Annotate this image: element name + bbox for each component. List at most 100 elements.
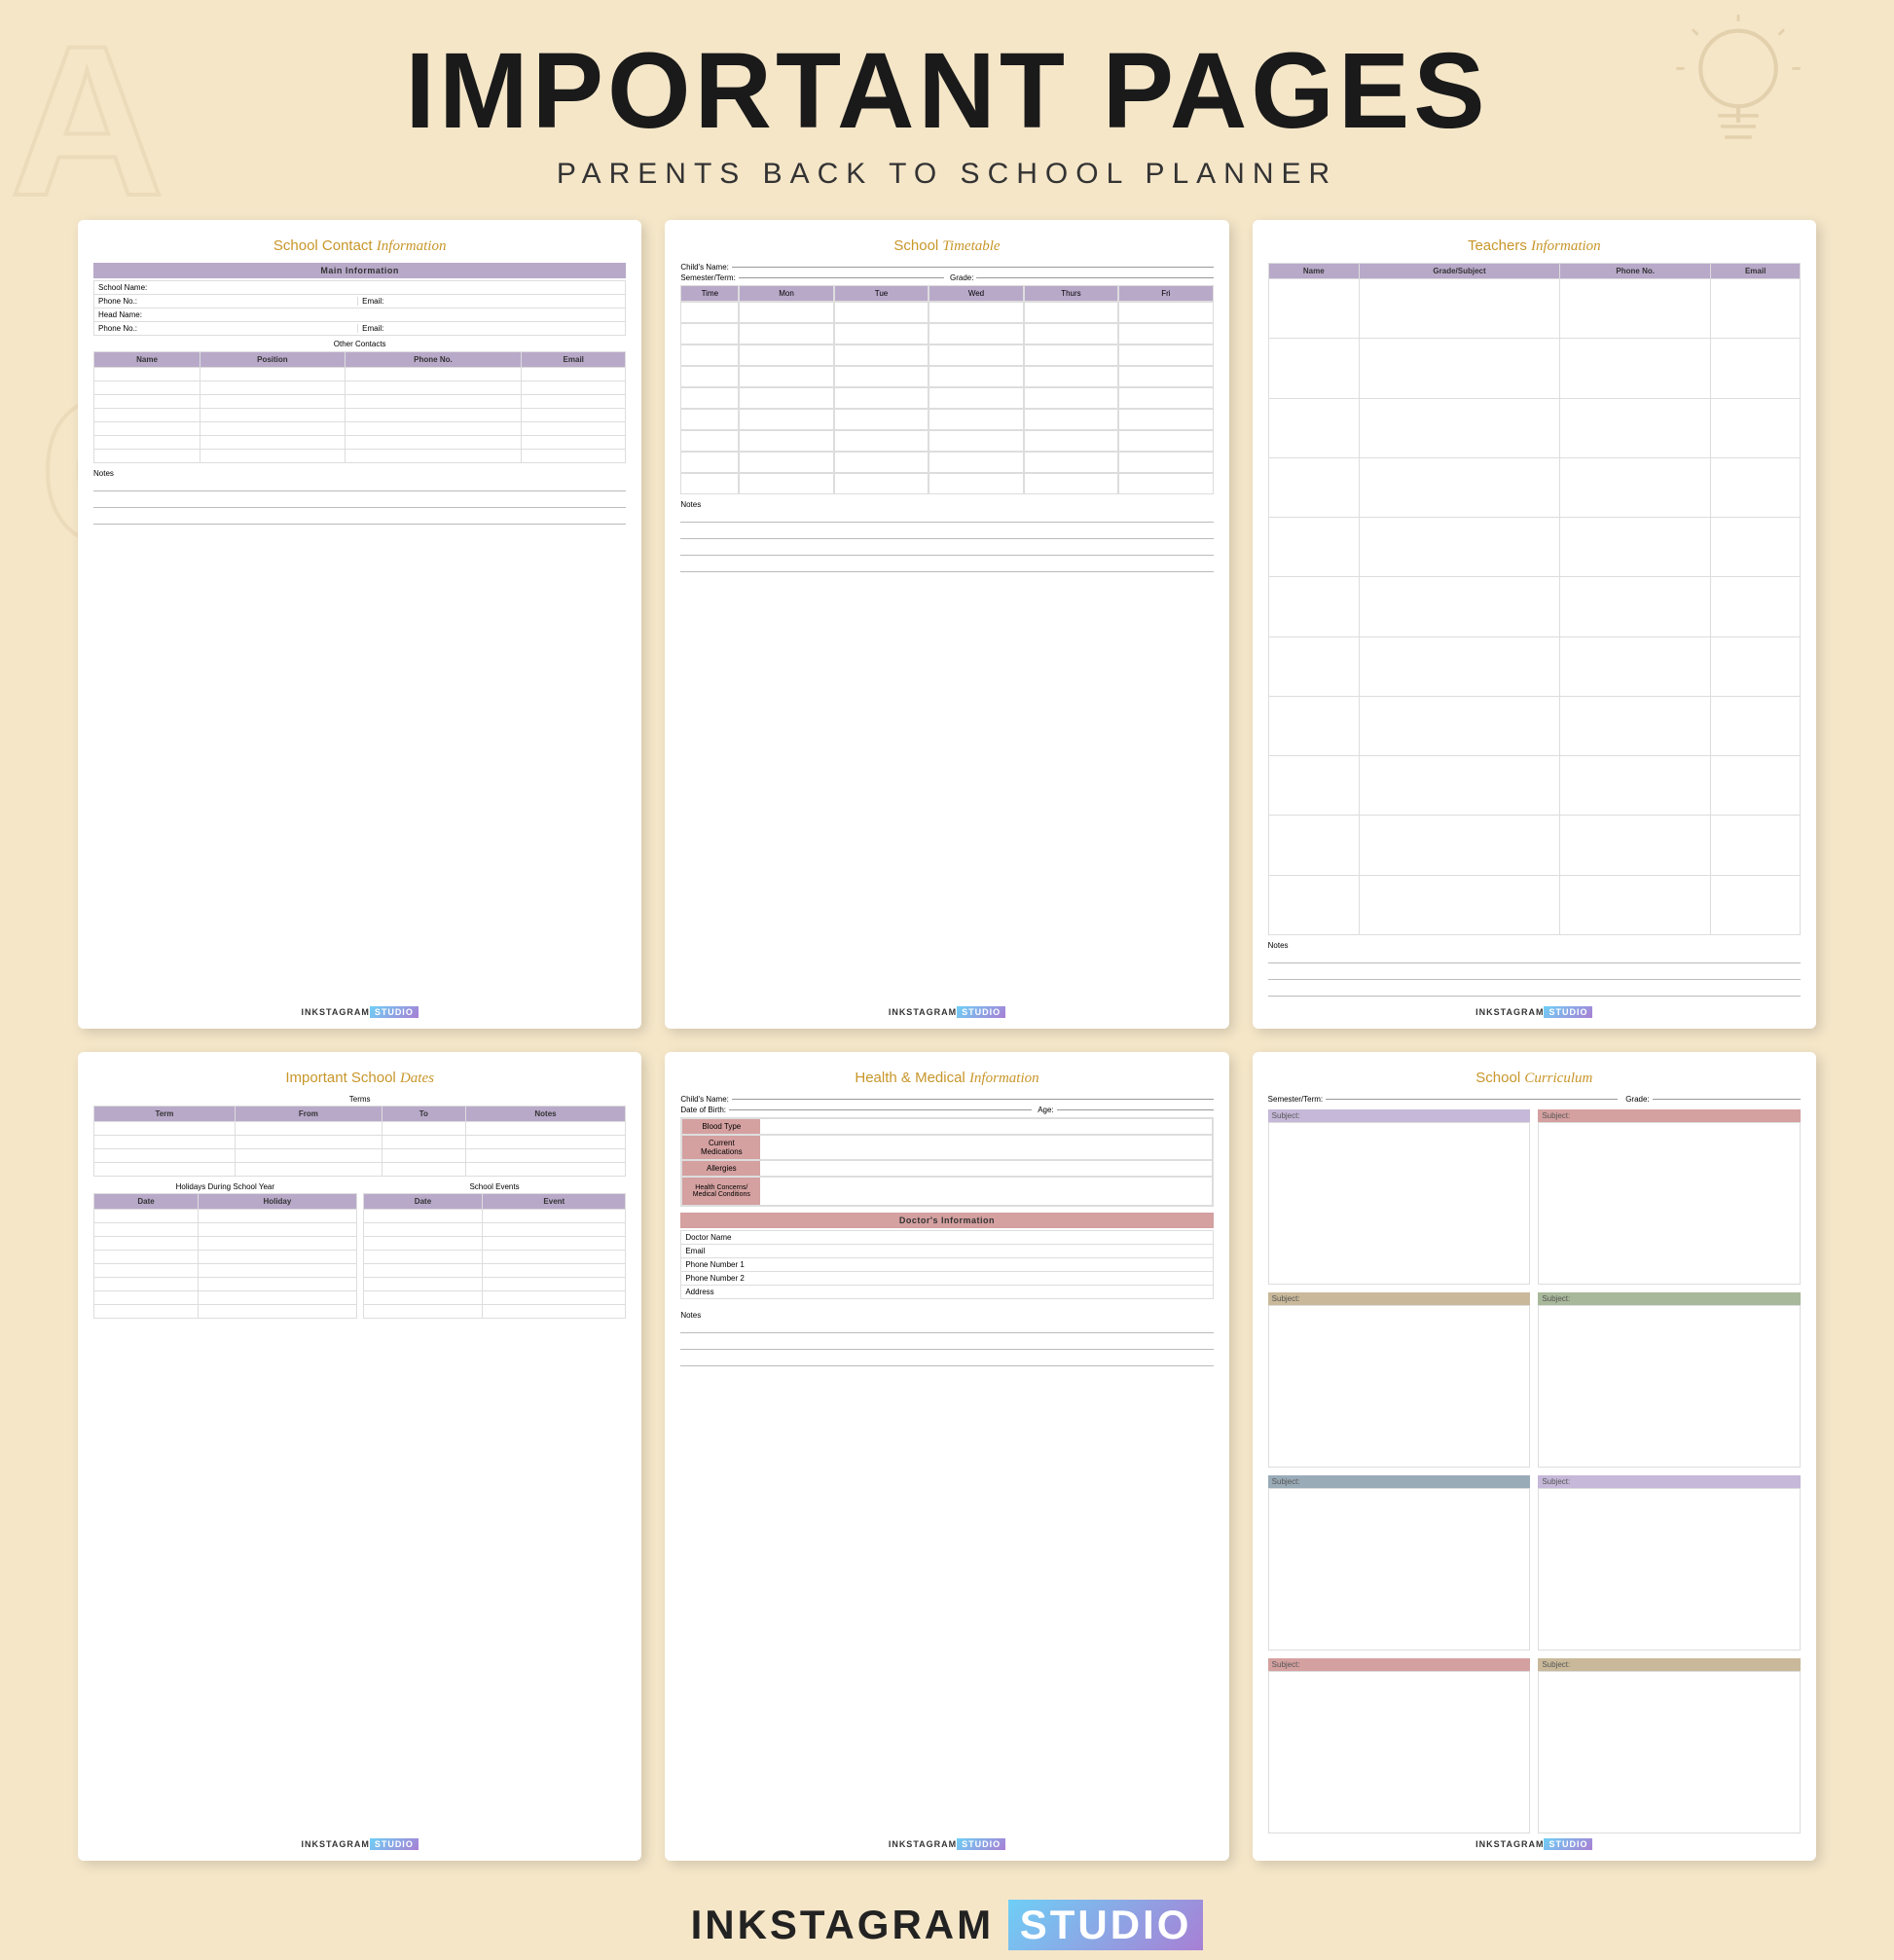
- subject-box-5: Subject:: [1268, 1475, 1531, 1651]
- brand-1: INKSTAGRAMSTUDIO: [93, 1001, 626, 1017]
- timetable-rows: [680, 302, 1213, 494]
- notes-section-3: Notes: [1268, 941, 1801, 1001]
- table-row: [94, 1291, 357, 1305]
- notes-label-3: Notes: [1268, 941, 1801, 950]
- studio-badge: STUDIO: [370, 1006, 419, 1018]
- brand-3: INKSTAGRAMSTUDIO: [1268, 1001, 1801, 1017]
- other-contacts-table: Name Position Phone No. Email: [93, 351, 626, 463]
- table-row: [94, 1210, 357, 1223]
- table-row: [94, 450, 626, 463]
- table-row: [94, 395, 626, 409]
- pages-grid: School Contact Information Main Informat…: [0, 200, 1894, 1880]
- page-header: IMPORTANT PAGES PARENTS BACK TO SCHOOL P…: [0, 0, 1894, 200]
- table-row: [363, 1251, 626, 1264]
- table-row: [1268, 457, 1800, 517]
- school-timetable-card: School Timetable Child's Name: Semester/…: [665, 220, 1228, 1029]
- curriculum-fields: Semester/Term: Grade:: [1268, 1095, 1801, 1104]
- studio-badge-2: STUDIO: [957, 1006, 1005, 1018]
- card-title-3: Teachers Information: [1268, 237, 1801, 255]
- table-row: [1268, 636, 1800, 696]
- doctor-fields: Doctor Name Email Phone Number 1 Phone N…: [680, 1230, 1213, 1299]
- subject-grid: Subject: Subject: Subject: Subject: Subj…: [1268, 1109, 1801, 1833]
- subject-box-3: Subject:: [1268, 1292, 1531, 1468]
- table-row: [94, 422, 626, 436]
- medical-item-bloodtype: Blood Type: [681, 1118, 1212, 1135]
- timetable-row: [680, 345, 1213, 366]
- subtitle: PARENTS BACK TO SCHOOL PLANNER: [0, 158, 1894, 191]
- table-row: [1268, 816, 1800, 875]
- holidays-table: Date Holiday: [93, 1193, 357, 1319]
- brand-6: INKSTAGRAMSTUDIO: [1268, 1833, 1801, 1849]
- doctor-section-bar: Doctor's Information: [680, 1213, 1213, 1228]
- footer-brand-suffix: STUDIO: [1008, 1900, 1204, 1950]
- subject-box-6: Subject:: [1538, 1475, 1801, 1651]
- main-title: IMPORTANT PAGES: [0, 29, 1894, 153]
- timetable-row: [680, 387, 1213, 409]
- brand-4: INKSTAGRAMSTUDIO: [93, 1833, 626, 1849]
- card-title-1: School Contact Information: [93, 237, 626, 255]
- notes-section-2: Notes: [680, 500, 1213, 577]
- subject-box-4: Subject:: [1538, 1292, 1801, 1468]
- table-row: [1268, 398, 1800, 457]
- table-row: [94, 1163, 626, 1177]
- main-info-bar: Main Information: [93, 263, 626, 278]
- table-row: [1268, 577, 1800, 636]
- notes-section-1: Notes: [93, 469, 626, 529]
- card-title-4: Important School Dates: [93, 1070, 626, 1087]
- table-row: [1268, 339, 1800, 398]
- medical-item-medications: Current Medications: [681, 1135, 1212, 1160]
- teachers-table: Name Grade/Subject Phone No. Email: [1268, 263, 1801, 935]
- events-col: School Events Date Event: [363, 1182, 627, 1833]
- card-title-5: Health & Medical Information: [680, 1070, 1213, 1087]
- timetable-row: [680, 409, 1213, 430]
- studio-badge-6: STUDIO: [1544, 1838, 1592, 1850]
- notes-label-5: Notes: [680, 1311, 1213, 1320]
- table-row: [363, 1264, 626, 1278]
- holidays-col: Holidays During School Year Date Holiday: [93, 1182, 357, 1833]
- school-contact-card: School Contact Information Main Informat…: [78, 220, 641, 1029]
- table-row: [94, 1251, 357, 1264]
- other-contacts-label: Other Contacts: [93, 340, 626, 348]
- notes-label-2: Notes: [680, 500, 1213, 509]
- table-row: [363, 1305, 626, 1319]
- timetable-row: [680, 473, 1213, 494]
- medical-item-conditions: Health Concerns/ Medical Conditions: [681, 1177, 1212, 1206]
- table-row: [1268, 875, 1800, 934]
- table-row: [363, 1210, 626, 1223]
- table-row: [94, 1278, 357, 1291]
- holidays-label: Holidays During School Year: [93, 1182, 357, 1191]
- events-table: Date Event: [363, 1193, 627, 1319]
- notes-section-5: Notes: [680, 1311, 1213, 1371]
- timetable-row: [680, 430, 1213, 452]
- brand-2: INKSTAGRAMSTUDIO: [680, 1001, 1213, 1017]
- terms-table: Term From To Notes: [93, 1106, 626, 1177]
- medical-items: Blood Type Current Medications Allergies…: [680, 1117, 1213, 1207]
- card-title-6: School Curriculum: [1268, 1070, 1801, 1087]
- table-row: [1268, 279, 1800, 339]
- table-row: [363, 1237, 626, 1251]
- table-row: [1268, 518, 1800, 577]
- table-row: [94, 1237, 357, 1251]
- health-fields: Child's Name: Date of Birth:Age:: [680, 1095, 1213, 1114]
- footer-brand: INKSTAGRAM STUDIO: [0, 1880, 1894, 1960]
- table-row: [363, 1278, 626, 1291]
- school-dates-card: Important School Dates Terms Term From T…: [78, 1052, 641, 1861]
- holidays-events-section: Holidays During School Year Date Holiday: [93, 1182, 626, 1833]
- subject-box-7: Subject:: [1268, 1658, 1531, 1833]
- studio-badge-5: STUDIO: [957, 1838, 1005, 1850]
- table-row: [94, 368, 626, 381]
- school-curriculum-card: School Curriculum Semester/Term: Grade: …: [1253, 1052, 1816, 1861]
- terms-label: Terms: [93, 1095, 626, 1104]
- medical-item-allergies: Allergies: [681, 1160, 1212, 1177]
- table-row: [94, 1223, 357, 1237]
- table-row: [1268, 696, 1800, 755]
- subject-box-8: Subject:: [1538, 1658, 1801, 1833]
- studio-badge-3: STUDIO: [1544, 1006, 1592, 1018]
- table-row: [94, 1305, 357, 1319]
- table-row: [94, 409, 626, 422]
- events-label: School Events: [363, 1182, 627, 1191]
- table-row: [363, 1291, 626, 1305]
- brand-5: INKSTAGRAMSTUDIO: [680, 1833, 1213, 1849]
- card-title-2: School Timetable: [680, 237, 1213, 255]
- timetable-row: [680, 302, 1213, 323]
